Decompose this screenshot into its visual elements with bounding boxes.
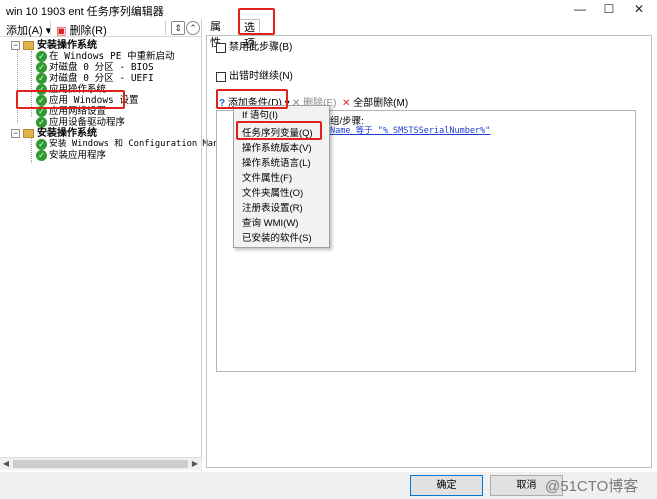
move-icon[interactable]: ⇕ bbox=[171, 21, 185, 35]
menu-item-file-properties[interactable]: 文件属性(F) bbox=[234, 172, 329, 186]
delete-icon: ✕ bbox=[342, 98, 351, 109]
delete-all-conditions-button[interactable]: ✕ 全部删除(M) bbox=[342, 94, 408, 109]
scrollbar-thumb[interactable] bbox=[13, 460, 188, 468]
close-button[interactable]: ✕ bbox=[624, 0, 654, 18]
tab-options[interactable]: 选项 bbox=[239, 19, 260, 50]
maximize-button[interactable]: ☐ bbox=[594, 0, 624, 18]
check-icon: ✓ bbox=[36, 73, 47, 84]
scroll-right-icon[interactable]: ▶ bbox=[189, 458, 201, 470]
tab-properties[interactable]: 属性 bbox=[206, 19, 225, 49]
check-icon: ✓ bbox=[36, 106, 47, 117]
menu-item-os-version[interactable]: 操作系统版本(V) bbox=[234, 142, 329, 156]
menu-item-query-wmi[interactable]: 查询 WMI(W) bbox=[234, 217, 329, 231]
disable-step-checkbox[interactable] bbox=[216, 43, 226, 53]
tree-line bbox=[17, 48, 18, 123]
minimize-button[interactable]: — bbox=[565, 0, 595, 18]
delete-x-icon: ▣ bbox=[56, 25, 67, 37]
check-icon: ✓ bbox=[36, 117, 47, 128]
question-icon: ? bbox=[219, 98, 226, 109]
check-icon: ✓ bbox=[36, 51, 47, 62]
add-menu-button[interactable]: 添加(A) ▾ bbox=[6, 22, 51, 38]
task-sequence-pane: 添加(A) ▾ ▣ 删除(R) ⇕ ⌃ − 安装操作系统 ✓ 在 Windows… bbox=[0, 19, 240, 471]
horizontal-scrollbar[interactable]: ◀ ▶ bbox=[0, 457, 202, 470]
menu-item-installed-software[interactable]: 已安装的软件(S) bbox=[234, 232, 329, 246]
folder-icon bbox=[23, 129, 34, 138]
continue-on-error-checkbox[interactable] bbox=[216, 72, 226, 82]
scroll-left-icon[interactable]: ◀ bbox=[0, 458, 12, 470]
check-icon: ✓ bbox=[36, 95, 47, 106]
menu-item-folder-properties[interactable]: 文件夹属性(O) bbox=[234, 187, 329, 201]
toolbar-divider bbox=[165, 21, 166, 35]
check-icon: ✓ bbox=[36, 139, 47, 150]
menu-item-if-statement[interactable]: If 语句(I) bbox=[234, 109, 329, 123]
toolbar-divider bbox=[50, 21, 51, 35]
watermark: @51CTO博客 bbox=[545, 478, 639, 495]
menu-item-os-language[interactable]: 操作系统语言(L) bbox=[234, 157, 329, 171]
folder-icon bbox=[23, 41, 34, 50]
title-bar: win 10 1903 ent 任务序列编辑器 — ☐ ✕ bbox=[0, 0, 657, 18]
condition-link[interactable]: Name 等于 "% SMSTSSerialNumber%" bbox=[330, 124, 490, 136]
left-toolbar: 添加(A) ▾ ▣ 删除(R) ⇕ ⌃ bbox=[0, 19, 202, 37]
up-arrow-icon[interactable]: ⌃ bbox=[186, 21, 200, 35]
collapse-icon[interactable]: − bbox=[11, 129, 20, 138]
collapse-icon[interactable]: − bbox=[11, 41, 20, 50]
ok-button[interactable]: 确定 bbox=[410, 475, 483, 496]
window-title: win 10 1903 ent 任务序列编辑器 bbox=[6, 6, 164, 18]
delete-button[interactable]: ▣ 删除(R) bbox=[56, 22, 107, 38]
check-icon: ✓ bbox=[36, 150, 47, 161]
tree-line bbox=[31, 138, 32, 163]
add-condition-menu: If 语句(I) 任务序列变量(Q) 操作系统版本(V) 操作系统语言(L) 文… bbox=[233, 105, 330, 248]
tree-line bbox=[31, 51, 32, 117]
menu-item-task-sequence-variable[interactable]: 任务序列变量(Q) bbox=[234, 127, 329, 141]
check-icon: ✓ bbox=[36, 62, 47, 73]
menu-item-registry-setting[interactable]: 注册表设置(R) bbox=[234, 202, 329, 216]
check-icon: ✓ bbox=[36, 84, 47, 95]
